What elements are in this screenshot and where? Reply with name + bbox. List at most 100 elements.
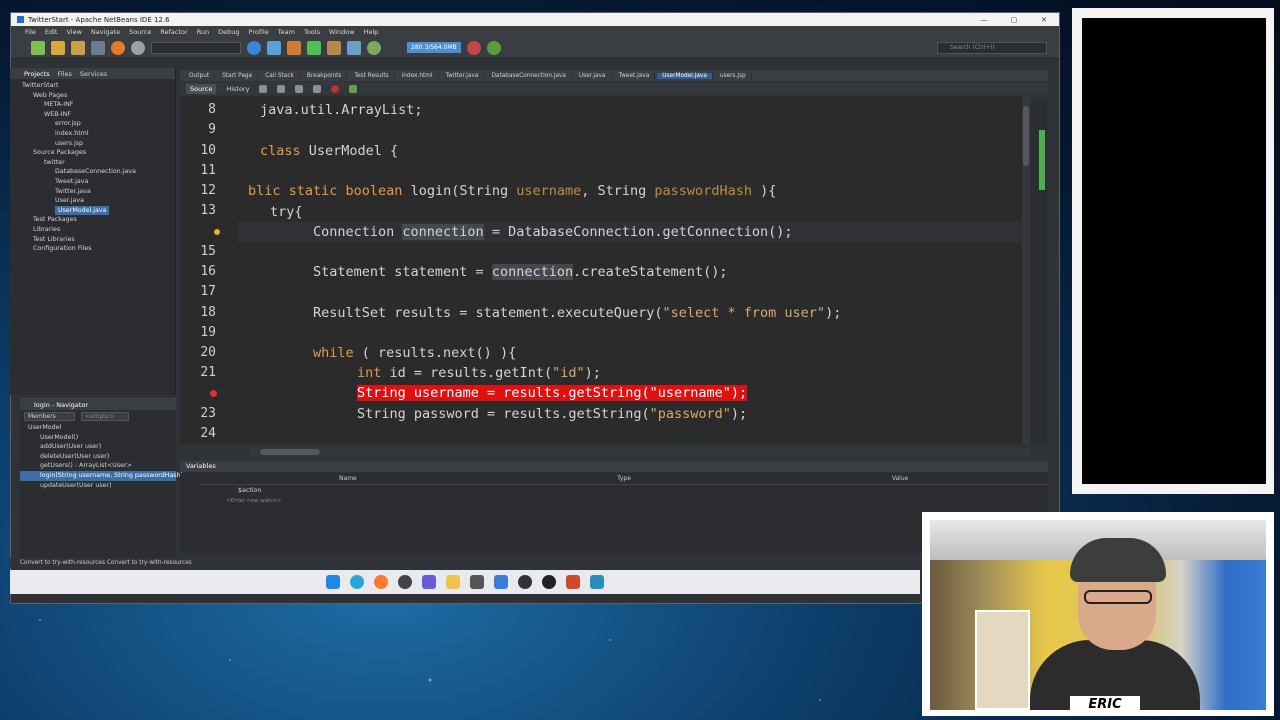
navigator-title[interactable]: login - Navigator [34,401,88,409]
editor-tab[interactable]: Breakpoints [302,72,348,79]
search-input[interactable]: Search (Ctrl+I) [937,41,1047,54]
editor-tab[interactable]: Twitter.java [441,72,485,79]
tree-item[interactable]: Libraries [16,225,175,235]
tree-item[interactable]: TwitterStart [16,81,175,91]
terminal-icon[interactable] [470,575,484,589]
editor-tab[interactable]: Call Stack [260,72,300,79]
menu-view[interactable]: View [66,28,81,36]
editor-tab[interactable]: index.html [397,72,439,79]
maximize-button[interactable]: ▢ [999,16,1029,24]
navigator-item[interactable]: UserModel() [20,433,176,443]
source-tab[interactable]: Source [186,83,217,94]
chrome-icon[interactable] [398,575,412,589]
editor-tab[interactable]: Output [184,72,216,79]
hint-bulb-icon[interactable] [214,229,220,235]
open-project-icon[interactable] [71,40,85,55]
navigator-item[interactable]: addUser(User user) [20,442,176,452]
clean-build-icon[interactable] [287,40,301,55]
menu-source[interactable]: Source [129,28,151,36]
navigator-item[interactable]: deleteUser(User user) [20,452,176,462]
attach-icon[interactable] [367,40,381,55]
undo-icon[interactable] [111,40,125,55]
netbeans-icon[interactable] [590,575,604,589]
firefox-icon[interactable] [374,575,388,589]
history-tab[interactable]: History [226,85,249,93]
menu-window[interactable]: Window [329,28,355,36]
editor-vertical-scrollbar[interactable] [1022,96,1030,444]
macro-icon[interactable] [349,84,358,93]
tree-item[interactable]: users.jsp [16,139,175,149]
menu-debug[interactable]: Debug [218,28,239,36]
tree-item[interactable]: DatabaseConnection.java [16,167,175,177]
scroll-thumb[interactable] [1023,106,1029,166]
tree-item[interactable]: UserModel.java [16,205,175,216]
editor-tab[interactable]: Tweet.java [614,72,656,79]
tab-variables[interactable]: Variables [186,462,216,470]
edge-browser-icon[interactable] [350,575,364,589]
navigator-item[interactable]: login(String username, String passwordHa… [20,470,183,481]
memory-indicator[interactable]: 280.3/564.0MB [407,42,461,53]
column-name[interactable]: Name [200,473,496,484]
tab-files[interactable]: Files [58,70,72,78]
media-player-icon[interactable] [542,575,556,589]
menu-team[interactable]: Team [278,28,295,36]
editor-tab[interactable]: UserModel.java [657,72,713,79]
editor-tab[interactable]: Test Results [349,72,395,79]
tree-item[interactable]: error.jsp [16,119,175,129]
profile-icon[interactable] [347,40,361,55]
new-watch-row[interactable]: <Enter new watch> [180,496,1048,506]
editor-tab[interactable]: users.jsp [715,72,752,79]
tree-item[interactable]: twitter [16,158,175,168]
editor-tab[interactable]: DatabaseConnection.java [486,72,572,79]
minimize-button[interactable]: — [969,16,999,24]
editor-tab[interactable]: User.java [574,72,612,79]
navigator-item[interactable]: UserModel [20,423,176,433]
new-file-icon[interactable] [31,40,45,55]
build-icon[interactable] [267,40,281,55]
navigator-filter-input[interactable]: <empty> [80,412,130,421]
menu-tools[interactable]: Tools [304,28,320,36]
h-scroll-thumb[interactable] [260,449,320,455]
menu-file[interactable]: File [25,28,36,36]
tree-item[interactable]: WEB-INF [16,110,175,120]
menu-profile[interactable]: Profile [249,28,269,36]
tab-services[interactable]: Services [80,70,107,78]
tree-item[interactable]: Web Pages [16,91,175,101]
menu-refactor[interactable]: Refactor [160,28,187,36]
run-icon[interactable] [307,40,321,55]
back-icon[interactable] [259,84,268,93]
tree-item[interactable]: index.html [16,129,175,139]
editor-horizontal-scrollbar[interactable] [250,448,1030,456]
editor-tab[interactable]: Start Page [217,72,259,79]
debug-icon[interactable] [327,40,341,55]
teams-icon[interactable] [422,575,436,589]
gc-icon[interactable] [466,40,481,55]
tree-item[interactable]: Tweet.java [16,177,175,187]
members-select[interactable]: Members [24,412,75,421]
tree-item[interactable]: Configuration Files [16,244,175,254]
new-project-icon[interactable] [51,40,65,55]
navigator-item[interactable]: getUsers() : ArrayList<User> [20,461,176,471]
forward-icon[interactable] [277,84,286,93]
toggle-comment-icon[interactable] [313,84,322,93]
tab-projects[interactable]: Projects [24,70,50,78]
save-all-icon[interactable] [91,40,105,55]
windows-start-icon[interactable] [326,575,340,589]
close-button[interactable]: ✕ [1029,16,1059,24]
menu-run[interactable]: Run [197,28,209,36]
navigator-item[interactable]: updateUser(User user) [20,481,176,491]
variables-row[interactable]: $action [180,485,1048,496]
tree-item[interactable]: META-INF [16,100,175,110]
breakpoint-marker-icon[interactable] [210,390,217,397]
office-icon[interactable] [566,575,580,589]
menu-help[interactable]: Help [364,28,379,36]
redo-icon[interactable] [131,40,145,55]
tree-item[interactable]: Twitter.java [16,187,175,197]
obs-icon[interactable] [518,575,532,589]
settings-icon[interactable] [494,575,508,589]
tree-item[interactable]: Test Packages [16,215,175,225]
tree-item[interactable]: User.java [16,196,175,206]
menu-navigate[interactable]: Navigate [91,28,120,36]
menu-edit[interactable]: Edit [45,28,58,36]
column-type[interactable]: Type [496,473,752,484]
